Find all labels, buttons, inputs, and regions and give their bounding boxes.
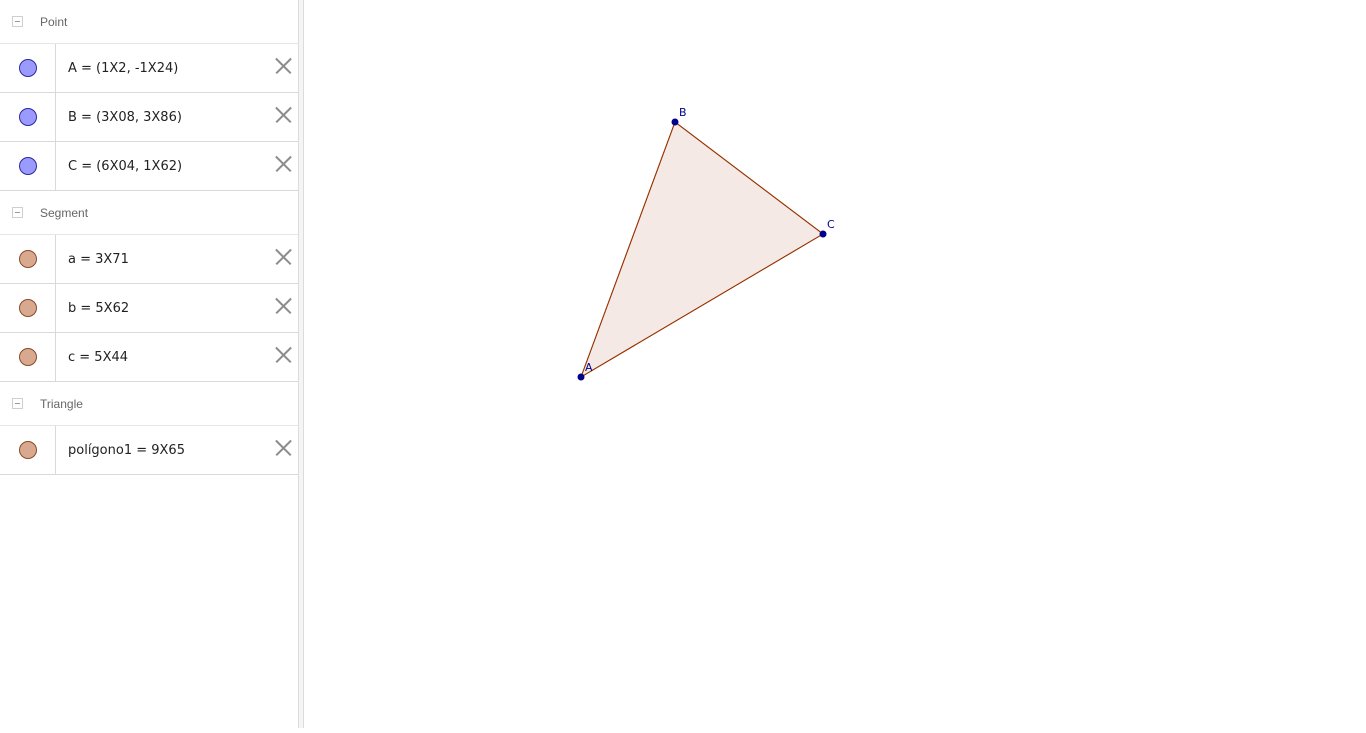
algebra-item-segment-c[interactable]: c = 5X44 [0, 333, 298, 382]
delete-icon[interactable] [275, 346, 292, 363]
group-header-triangle[interactable]: Triangle [0, 382, 298, 426]
delete-icon[interactable] [275, 297, 292, 314]
algebra-item-segment-a[interactable]: a = 3X71 [0, 235, 298, 284]
group-label: Segment [40, 205, 89, 220]
marble-cell [0, 93, 56, 141]
marble-cell [0, 284, 56, 332]
delete-icon[interactable] [275, 106, 292, 123]
delete-icon[interactable] [275, 57, 292, 74]
algebra-view: Point A = (1X2, -1X24) B = (3X08, 3X86) … [0, 0, 298, 728]
item-expression[interactable]: b = 5X62 [68, 301, 129, 316]
visibility-toggle[interactable] [18, 299, 37, 317]
visibility-toggle[interactable] [18, 250, 37, 268]
visibility-toggle[interactable] [18, 441, 37, 459]
marble-cell [0, 142, 56, 190]
point-label-a: A [585, 361, 593, 374]
graphics-canvas[interactable]: A B C [305, 0, 1366, 728]
item-expression[interactable]: A = (1X2, -1X24) [68, 61, 178, 76]
marble-cell [0, 426, 56, 474]
marble-cell [0, 44, 56, 92]
algebra-item-point-a[interactable]: A = (1X2, -1X24) [0, 44, 298, 93]
marble-cell [0, 333, 56, 381]
graphics-view[interactable]: A B C [305, 0, 1366, 728]
triangle-polygon[interactable] [580, 121, 824, 379]
marble-cell [0, 235, 56, 283]
point-a[interactable] [577, 373, 585, 381]
item-expression[interactable]: a = 3X71 [68, 252, 129, 267]
visibility-toggle[interactable] [18, 108, 37, 126]
algebra-item-point-b[interactable]: B = (3X08, 3X86) [0, 93, 298, 142]
visibility-toggle[interactable] [18, 348, 37, 366]
delete-icon[interactable] [275, 248, 292, 265]
point-b[interactable] [671, 118, 679, 126]
visibility-toggle[interactable] [18, 59, 37, 77]
group-label: Triangle [40, 396, 83, 411]
collapse-icon[interactable] [12, 207, 23, 218]
delete-icon[interactable] [275, 439, 292, 456]
item-expression[interactable]: B = (3X08, 3X86) [68, 110, 182, 125]
item-expression[interactable]: c = 5X44 [68, 350, 128, 365]
point-label-c: C [827, 218, 835, 231]
item-expression[interactable]: polígono1 = 9X65 [68, 443, 185, 458]
algebra-item-polygon[interactable]: polígono1 = 9X65 [0, 426, 298, 475]
point-c[interactable] [819, 230, 827, 238]
collapse-icon[interactable] [12, 398, 23, 409]
collapse-icon[interactable] [12, 16, 23, 27]
view-splitter[interactable] [298, 0, 304, 728]
group-header-segment[interactable]: Segment [0, 191, 298, 235]
item-expression[interactable]: C = (6X04, 1X62) [68, 159, 182, 174]
group-label: Point [40, 14, 68, 29]
group-header-point[interactable]: Point [0, 0, 298, 44]
algebra-item-point-c[interactable]: C = (6X04, 1X62) [0, 142, 298, 191]
visibility-toggle[interactable] [18, 157, 37, 175]
delete-icon[interactable] [275, 155, 292, 172]
algebra-item-segment-b[interactable]: b = 5X62 [0, 284, 298, 333]
point-label-b: B [679, 106, 687, 119]
